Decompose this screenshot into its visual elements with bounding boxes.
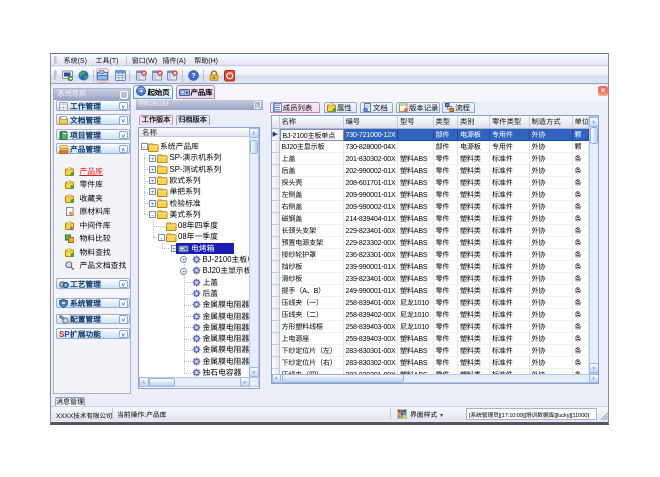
svg-text:?: ? — [191, 71, 196, 80]
